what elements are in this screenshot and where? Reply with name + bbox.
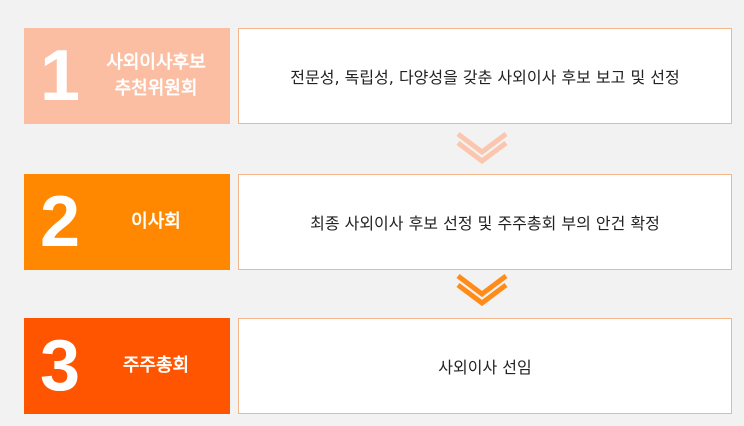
step-1-number: 1 [40, 36, 81, 116]
step-3-description-box: 사외이사 선임 [238, 318, 732, 414]
step-3-number: 3 [40, 326, 81, 406]
step-2-label-box: 2 이사회 [24, 174, 230, 270]
step-3-description: 사외이사 선임 [438, 358, 532, 377]
step-1: 1 사외이사후보 추천위원회 전문성, 독립성, 다양성을 갖춘 사외이사 후보… [24, 28, 732, 124]
step-1-label: 사외이사후보 추천위원회 [86, 28, 226, 124]
step-2-label: 이사회 [86, 174, 226, 270]
step-1-description-box: 전문성, 독립성, 다양성을 갖춘 사외이사 후보 보고 및 선정 [238, 28, 732, 124]
step-1-label-line-2: 추천위원회 [114, 78, 198, 99]
step-3-label-line-1: 주주총회 [122, 355, 190, 376]
step-2-description-box: 최종 사외이사 후보 선정 및 주주총회 부의 안건 확정 [238, 174, 732, 270]
step-2: 2 이사회 최종 사외이사 후보 선정 및 주주총회 부의 안건 확정 [24, 174, 732, 270]
step-3: 3 주주총회 사외이사 선임 [24, 318, 732, 414]
step-1-description: 전문성, 독립성, 다양성을 갖춘 사외이사 후보 보고 및 선정 [290, 68, 680, 87]
step-1-label-line-1: 사외이사후보 [106, 52, 206, 73]
chevron-down-icon [456, 274, 508, 307]
step-3-label: 주주총회 [86, 318, 226, 414]
step-2-label-line-1: 이사회 [131, 211, 181, 232]
step-3-label-box: 3 주주총회 [24, 318, 230, 414]
step-2-description: 최종 사외이사 후보 선정 및 주주총회 부의 안건 확정 [310, 214, 660, 233]
step-2-number: 2 [40, 182, 81, 262]
chevron-down-icon [456, 132, 508, 165]
step-1-label-box: 1 사외이사후보 추천위원회 [24, 28, 230, 124]
